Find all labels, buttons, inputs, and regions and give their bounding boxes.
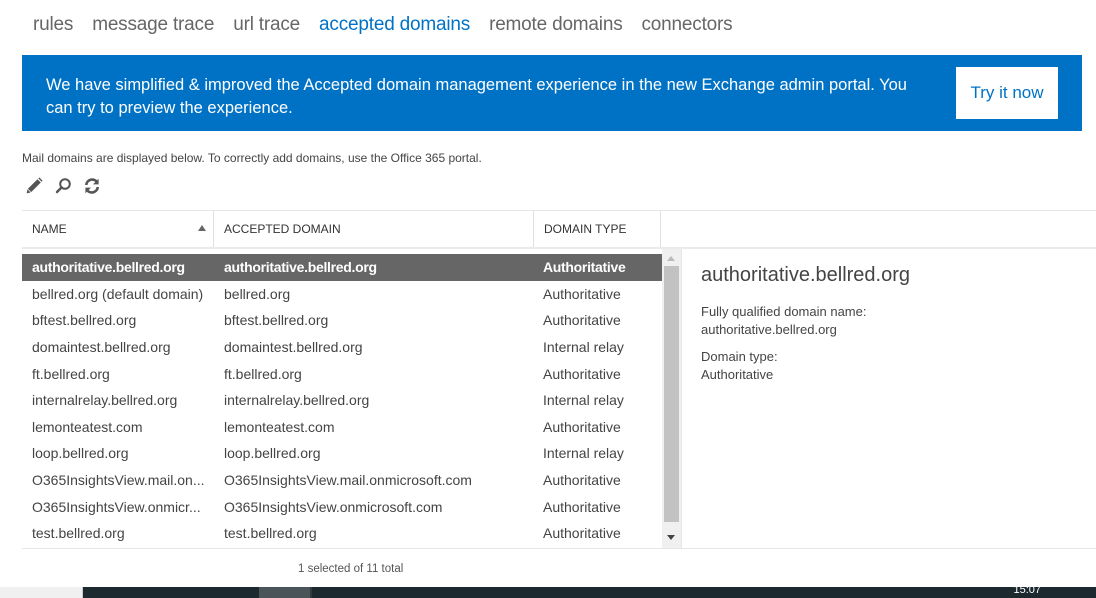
cell-accepted-domain: domaintest.bellred.org xyxy=(224,339,363,356)
column-header-accepted-domain[interactable]: ACCEPTED DOMAIN xyxy=(214,211,534,247)
refresh-icon[interactable] xyxy=(82,176,102,196)
table-row[interactable]: bftest.bellred.org bftest.bellred.org Au… xyxy=(22,307,662,334)
tab-connectors[interactable]: connectors xyxy=(642,14,733,36)
column-header-accepted-domain-label: ACCEPTED DOMAIN xyxy=(224,222,341,236)
table-row[interactable]: O365InsightsView.onmicr... O365InsightsV… xyxy=(22,493,662,520)
table-row[interactable]: loop.bellred.org loop.bellred.org Intern… xyxy=(22,440,662,467)
cell-accepted-domain: test.bellred.org xyxy=(224,525,317,542)
scroll-up-arrow-icon[interactable] xyxy=(667,256,675,261)
table-body: authoritative.bellred.org authoritative.… xyxy=(22,254,662,547)
cell-domain-type: Internal relay xyxy=(543,392,624,409)
cell-name: domaintest.bellred.org xyxy=(32,339,171,356)
column-header-name-label: NAME xyxy=(32,222,67,236)
cell-accepted-domain: loop.bellred.org xyxy=(224,445,321,462)
tab-rules[interactable]: rules xyxy=(33,14,73,36)
table-header: NAME ACCEPTED DOMAIN DOMAIN TYPE xyxy=(22,211,684,247)
cell-domain-type: Authoritative xyxy=(543,418,621,435)
table-bottom-divider xyxy=(22,548,1096,549)
taskbar-search-area[interactable] xyxy=(0,587,83,598)
cell-name: loop.bellred.org xyxy=(32,445,129,462)
table-scrollbar[interactable] xyxy=(662,249,681,548)
cell-name: test.bellred.org xyxy=(32,525,125,542)
tab-remote-domains[interactable]: remote domains xyxy=(489,14,623,36)
cell-accepted-domain: bftest.bellred.org xyxy=(224,312,329,329)
tab-url-trace[interactable]: url trace xyxy=(233,14,300,36)
cell-name: bftest.bellred.org xyxy=(32,312,137,329)
cell-accepted-domain: O365InsightsView.onmicrosoft.com xyxy=(224,498,443,515)
cell-name: O365InsightsView.onmicr... xyxy=(32,498,201,515)
details-pane: authoritative.bellred.org Fully qualifie… xyxy=(701,264,1081,393)
cell-name: authoritative.bellred.org xyxy=(32,259,185,276)
table-row[interactable]: authoritative.bellred.org authoritative.… xyxy=(22,254,662,281)
cell-accepted-domain: internalrelay.bellred.org xyxy=(224,392,370,409)
taskbar-app-button[interactable] xyxy=(259,587,312,598)
info-text: Mail domains are displayed below. To cor… xyxy=(22,151,482,165)
cell-domain-type: Authoritative xyxy=(543,312,621,329)
cell-accepted-domain: O365InsightsView.mail.onmicrosoft.com xyxy=(224,472,472,489)
taskbar-clock[interactable]: 15:07 xyxy=(1013,584,1041,596)
scrollbar-thumb[interactable] xyxy=(664,266,679,522)
domain-type-value: Authoritative xyxy=(701,367,774,382)
cell-accepted-domain: ft.bellred.org xyxy=(224,365,302,382)
top-nav: rules message trace url trace accepted d… xyxy=(33,14,733,36)
cell-domain-type: Authoritative xyxy=(543,525,621,542)
cell-domain-type: Authoritative xyxy=(543,365,621,382)
table-row[interactable]: lemonteatest.com lemonteatest.com Author… xyxy=(22,414,662,441)
table-row[interactable]: test.bellred.org test.bellred.org Author… xyxy=(22,520,662,547)
cell-domain-type: Authoritative xyxy=(543,285,621,302)
domain-type-label: Domain type: xyxy=(701,349,778,364)
column-header-domain-type[interactable]: DOMAIN TYPE xyxy=(534,211,661,247)
cell-domain-type: Authoritative xyxy=(543,498,621,515)
cell-domain-type: Internal relay xyxy=(543,445,624,462)
fqdn-label: Fully qualified domain name: xyxy=(701,304,867,319)
search-icon[interactable] xyxy=(53,176,73,196)
cell-name: lemonteatest.com xyxy=(32,418,143,435)
cell-name: ft.bellred.org xyxy=(32,365,110,382)
scroll-down-arrow-icon[interactable] xyxy=(667,535,675,540)
selection-status: 1 selected of 11 total xyxy=(298,563,404,575)
table-row[interactable]: bellred.org (default domain) bellred.org… xyxy=(22,281,662,308)
column-header-name[interactable]: NAME xyxy=(22,211,214,247)
table-row[interactable]: domaintest.bellred.org domaintest.bellre… xyxy=(22,334,662,361)
cell-accepted-domain: lemonteatest.com xyxy=(224,418,335,435)
toolbar xyxy=(24,176,102,196)
cell-domain-type: Authoritative xyxy=(543,259,626,276)
details-divider xyxy=(681,249,682,548)
sort-ascending-icon xyxy=(198,225,206,231)
cell-name: internalrelay.bellred.org xyxy=(32,392,178,409)
column-header-domain-type-label: DOMAIN TYPE xyxy=(544,222,627,236)
cell-domain-type: Authoritative xyxy=(543,472,621,489)
table-row[interactable]: ft.bellred.org ft.bellred.org Authoritat… xyxy=(22,360,662,387)
taskbar: 15:07 xyxy=(0,584,1096,598)
banner-message: We have simplified & improved the Accept… xyxy=(46,76,907,117)
table-row[interactable]: O365InsightsView.mail.on... O365Insights… xyxy=(22,467,662,494)
cell-accepted-domain: bellred.org xyxy=(224,285,291,302)
fqdn-value: authoritative.bellred.org xyxy=(701,322,837,337)
tab-message-trace[interactable]: message trace xyxy=(92,14,214,36)
table-row[interactable]: internalrelay.bellred.org internalrelay.… xyxy=(22,387,662,414)
cell-accepted-domain: authoritative.bellred.org xyxy=(224,259,377,276)
tab-accepted-domains[interactable]: accepted domains xyxy=(319,14,470,36)
table-header-divider xyxy=(22,247,1096,249)
edit-icon[interactable] xyxy=(24,176,44,196)
details-title: authoritative.bellred.org xyxy=(701,264,911,286)
cell-domain-type: Internal relay xyxy=(543,339,624,356)
try-it-now-button[interactable]: Try it now xyxy=(956,67,1058,119)
cell-name: O365InsightsView.mail.on... xyxy=(32,472,205,489)
new-eac-banner: We have simplified & improved the Accept… xyxy=(22,55,1082,131)
cell-name: bellred.org (default domain) xyxy=(32,285,204,302)
